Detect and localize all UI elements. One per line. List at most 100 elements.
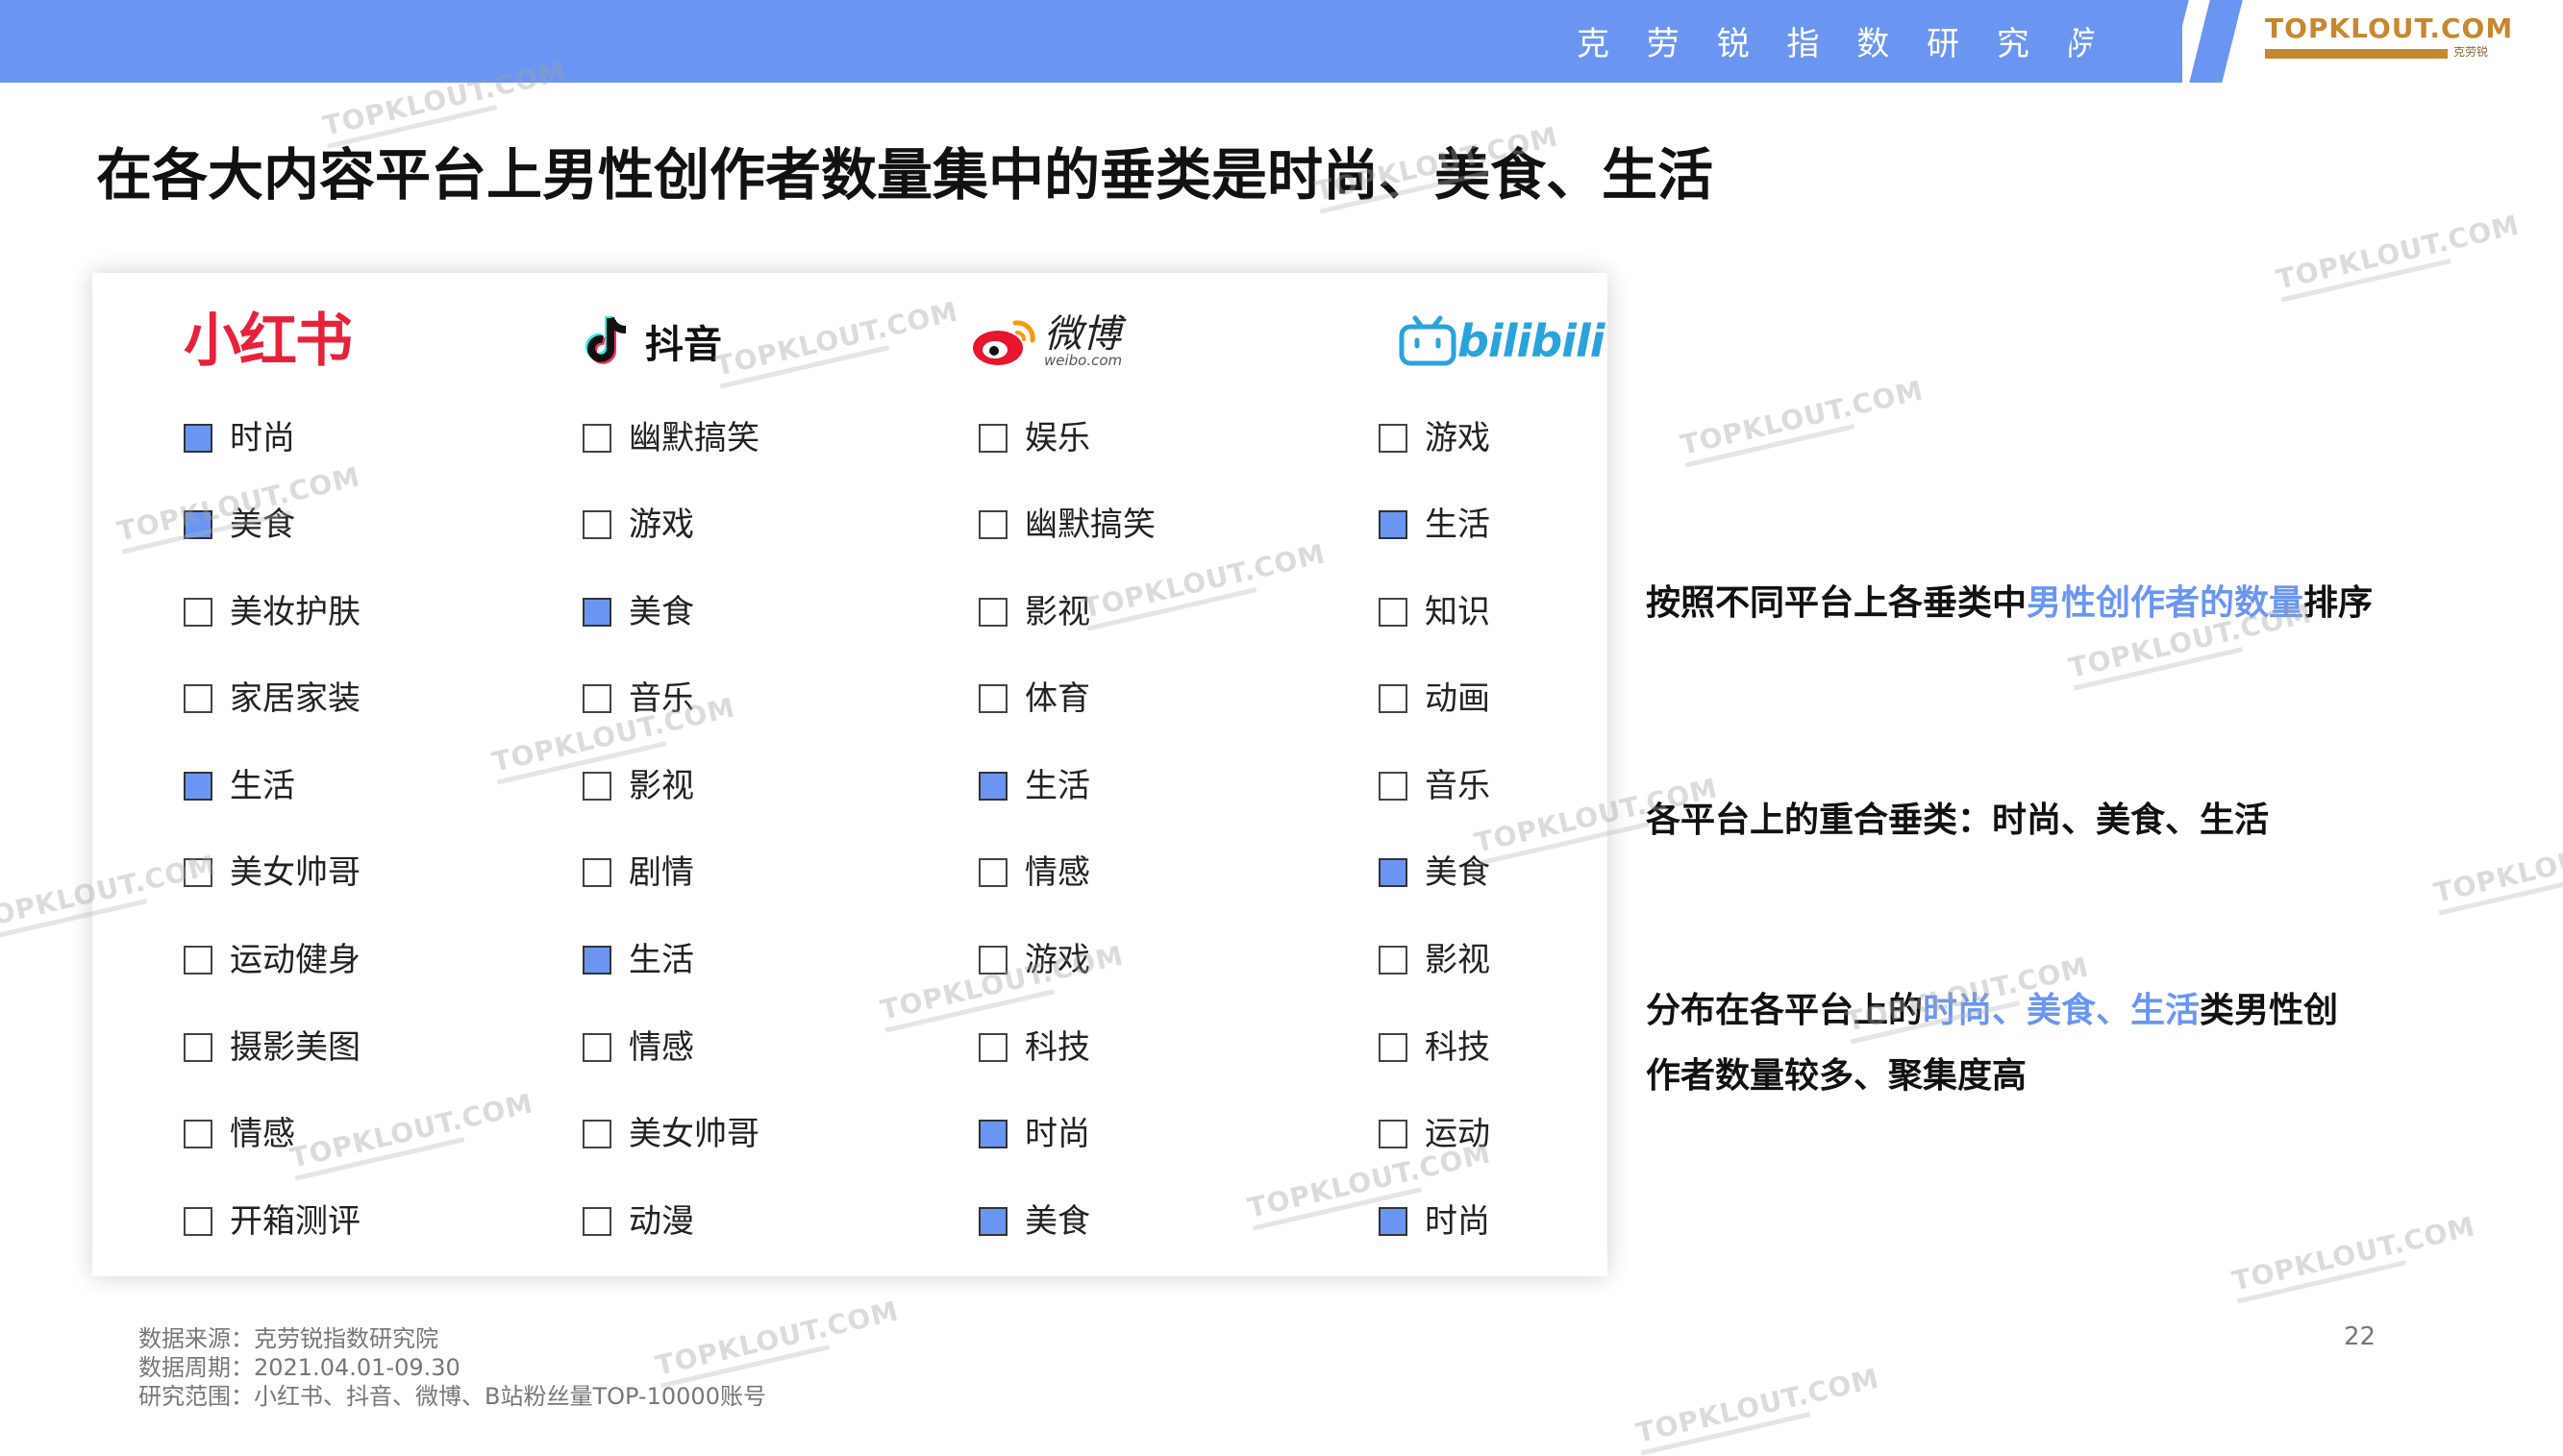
checkbox[interactable]: [979, 1033, 1008, 1062]
checklist-item[interactable]: 美妆护肤: [184, 591, 361, 633]
checklist-item[interactable]: 影视: [1379, 939, 1490, 981]
platform-card: 小红书 时尚 美食 美妆护肤 家居家装 生活 美女帅哥 运动健身 摄影美图 情感 开箱测评 抖音 …: [92, 273, 1607, 1276]
checklist-item[interactable]: 时尚: [979, 1113, 1090, 1155]
checklist-item[interactable]: 幽默搞笑: [979, 504, 1156, 546]
checkbox-checked[interactable]: [583, 598, 611, 627]
checkbox-checked[interactable]: [583, 946, 611, 975]
checkbox[interactable]: [1379, 1120, 1407, 1148]
checkbox[interactable]: [979, 510, 1008, 539]
checkbox-checked[interactable]: [1379, 1207, 1407, 1236]
checklist-item-label: 科技: [1025, 1028, 1090, 1067]
checkbox[interactable]: [583, 684, 611, 713]
watermark: TOPKLOUT.COM: [1678, 374, 1928, 468]
checklist-item-label: 时尚: [1025, 1115, 1090, 1153]
data-source: 数据来源：克劳锐指数研究院: [138, 1325, 438, 1352]
checklist-item-label: 幽默搞笑: [1025, 506, 1156, 544]
checkbox[interactable]: [583, 1033, 611, 1062]
source-notes: 数据来源：克劳锐指数研究院 数据周期：2021.04.01-09.30 研究范围…: [138, 1324, 766, 1411]
checklist-item[interactable]: 动画: [1379, 678, 1490, 720]
checklist-item[interactable]: 时尚: [184, 417, 295, 459]
checklist-item[interactable]: 动漫: [583, 1200, 694, 1243]
checklist-item[interactable]: 游戏: [979, 939, 1090, 981]
checklist-item[interactable]: 情感: [184, 1113, 295, 1155]
checklist-item-label: 美女帅哥: [230, 853, 361, 892]
checkbox[interactable]: [583, 424, 611, 453]
checkbox[interactable]: [583, 510, 611, 539]
checklist-item[interactable]: 科技: [1379, 1026, 1490, 1069]
checklist-item[interactable]: 情感: [583, 1026, 694, 1069]
checklist-item[interactable]: 美食: [1379, 851, 1490, 894]
checkbox[interactable]: [979, 424, 1008, 453]
checkbox[interactable]: [184, 1033, 212, 1062]
checkbox-checked[interactable]: [1379, 858, 1407, 887]
checklist-item[interactable]: 运动: [1379, 1113, 1490, 1155]
checkbox[interactable]: [1379, 424, 1407, 453]
page-number: 22: [2344, 1322, 2376, 1351]
checklist-item[interactable]: 运动健身: [184, 939, 361, 981]
checklist-item[interactable]: 生活: [583, 939, 694, 981]
checklist-item[interactable]: 幽默搞笑: [583, 417, 759, 459]
checkbox[interactable]: [1379, 772, 1407, 801]
checkbox-checked[interactable]: [1379, 510, 1407, 539]
checkbox[interactable]: [184, 858, 212, 887]
checkbox[interactable]: [184, 946, 212, 975]
checkbox-checked[interactable]: [184, 510, 212, 539]
checkbox[interactable]: [583, 772, 611, 801]
checkbox[interactable]: [583, 858, 611, 887]
checklist-item[interactable]: 时尚: [1379, 1200, 1490, 1243]
checkbox[interactable]: [1379, 1033, 1407, 1062]
checklist-item-label: 幽默搞笑: [629, 419, 759, 457]
page-title: 在各大内容平台上男性创作者数量集中的垂类是时尚、美食、生活: [96, 142, 1714, 208]
checklist-item-label: 美食: [230, 506, 295, 544]
checklist-item[interactable]: 生活: [1379, 504, 1490, 546]
checkbox-checked[interactable]: [184, 424, 212, 453]
checkbox[interactable]: [1379, 598, 1407, 627]
checklist-item[interactable]: 生活: [184, 765, 295, 807]
checklist-item[interactable]: 家居家装: [184, 678, 361, 720]
checklist-item[interactable]: 美食: [979, 1200, 1090, 1243]
checkbox[interactable]: [583, 1120, 611, 1148]
checklist-item-label: 影视: [1425, 941, 1490, 979]
checklist-item[interactable]: 科技: [979, 1026, 1090, 1069]
checkbox-checked[interactable]: [979, 1120, 1008, 1148]
checklist-item[interactable]: 开箱测评: [184, 1200, 361, 1243]
checklist-item[interactable]: 美食: [583, 591, 694, 633]
checklist-item[interactable]: 体育: [979, 678, 1090, 720]
checklist-item[interactable]: 知识: [1379, 591, 1490, 633]
checklist-item[interactable]: 情感: [979, 851, 1090, 894]
checkbox[interactable]: [1379, 946, 1407, 975]
checklist-item-label: 音乐: [629, 679, 694, 718]
checklist-item[interactable]: 音乐: [1379, 765, 1490, 807]
checkbox[interactable]: [979, 858, 1008, 887]
douyin-name: 抖音: [645, 323, 722, 367]
checkbox[interactable]: [1379, 684, 1407, 713]
checkbox-checked[interactable]: [979, 1207, 1008, 1236]
checklist-item[interactable]: 游戏: [1379, 417, 1490, 459]
checkbox[interactable]: [979, 684, 1008, 713]
checklist-item-label: 运动: [1425, 1115, 1490, 1153]
checkbox-checked[interactable]: [184, 772, 212, 801]
checkbox[interactable]: [184, 598, 212, 627]
checkbox[interactable]: [184, 1207, 212, 1236]
checklist-item[interactable]: 生活: [979, 765, 1090, 807]
checklist-item[interactable]: 摄影美图: [184, 1026, 361, 1069]
checklist-item[interactable]: 影视: [979, 591, 1090, 633]
checkbox[interactable]: [184, 1120, 212, 1148]
checkbox[interactable]: [583, 1207, 611, 1236]
checklist-item[interactable]: 美女帅哥: [184, 851, 361, 894]
checklist-item-label: 家居家装: [230, 679, 361, 718]
checklist-item[interactable]: 影视: [583, 765, 694, 807]
checkbox[interactable]: [979, 598, 1008, 627]
checklist-item[interactable]: 娱乐: [979, 417, 1090, 459]
logo-tagline-bar: [2265, 49, 2448, 59]
checklist-item[interactable]: 音乐: [583, 678, 694, 720]
checkbox[interactable]: [979, 946, 1008, 975]
checklist-item[interactable]: 美食: [184, 504, 295, 546]
checklist-item[interactable]: 剧情: [583, 851, 694, 894]
checkbox[interactable]: [184, 684, 212, 713]
checklist-item[interactable]: 美女帅哥: [583, 1113, 759, 1155]
checkbox-checked[interactable]: [979, 772, 1008, 801]
bilibili-logo: bilibili: [1398, 308, 1605, 375]
weibo-name: 微博: [1044, 311, 1121, 357]
checklist-item[interactable]: 游戏: [583, 504, 694, 546]
